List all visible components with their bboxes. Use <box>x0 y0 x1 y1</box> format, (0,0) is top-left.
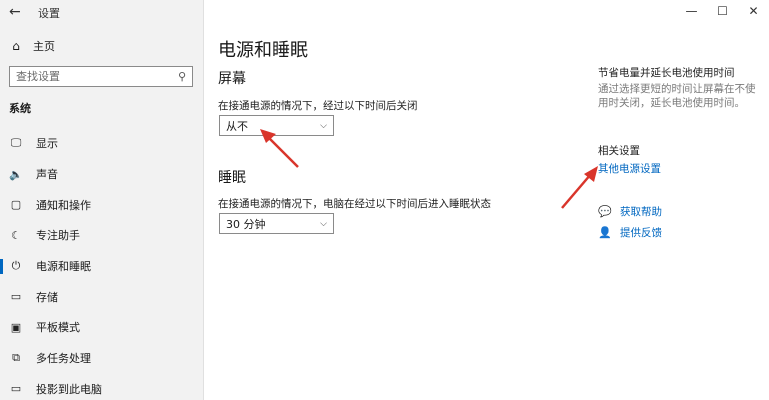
search-box[interactable]: ⚲ <box>9 66 193 87</box>
sidebar-item-label: 多任务处理 <box>36 352 91 366</box>
sleep-description: 在接通电源的情况下，电脑在经过以下时间后进入睡眠状态 <box>218 198 491 210</box>
monitor-icon: 🖵 <box>10 136 22 150</box>
related-settings-title: 相关设置 <box>598 145 640 157</box>
feedback-link[interactable]: 👤 提供反馈 <box>598 225 662 240</box>
tablet-icon: ▣ <box>10 320 22 334</box>
moon-icon: ☾ <box>11 228 21 242</box>
sidebar-item-sound[interactable]: 🔈 声音 <box>0 159 204 190</box>
search-input[interactable] <box>16 70 166 83</box>
sidebar-item-label: 声音 <box>36 168 58 182</box>
maximize-icon[interactable]: ☐ <box>707 2 738 20</box>
sidebar-item-label: 通知和操作 <box>36 198 91 212</box>
section-label: 系统 <box>9 102 31 115</box>
power-icon: ⏻ <box>11 259 21 273</box>
screen-description: 在接通电源的情况下，经过以下时间后关闭 <box>218 100 418 112</box>
screen-timeout-select[interactable]: 从不 ⌵ <box>219 115 334 136</box>
storage-icon: ▭ <box>10 290 22 304</box>
sleep-heading: 睡眠 <box>218 170 246 186</box>
minimize-icon[interactable]: — <box>676 2 707 20</box>
window-controls: — ☐ ✕ <box>676 2 769 20</box>
sidebar-item-project[interactable]: ▭ 投影到此电脑 <box>0 374 204 400</box>
close-icon[interactable]: ✕ <box>738 2 769 20</box>
main-content: — ☐ ✕ 电源和睡眠 屏幕 在接通电源的情况下，经过以下时间后关闭 从不 ⌵ … <box>204 0 769 400</box>
sidebar-item-display[interactable]: 🖵 显示 <box>0 128 204 159</box>
chevron-down-icon: ⌵ <box>320 218 327 229</box>
speaker-icon: 🔈 <box>9 167 23 181</box>
help-chat-icon: 💬 <box>598 205 612 218</box>
sidebar-item-label: 存储 <box>36 290 58 304</box>
other-power-settings-link[interactable]: 其他电源设置 <box>598 161 661 176</box>
sidebar-item-label: 投影到此电脑 <box>36 382 102 396</box>
sidebar-item-multitasking[interactable]: ⧉ 多任务处理 <box>0 343 204 374</box>
project-icon: ▭ <box>10 382 22 396</box>
feedback-icon: 👤 <box>598 226 612 239</box>
sidebar-home[interactable]: ⌂ 主页 <box>9 38 55 54</box>
tip-title: 节省电量并延长电池使用时间 <box>598 67 735 79</box>
get-help-link[interactable]: 💬 获取帮助 <box>598 204 662 219</box>
notification-icon: ▢ <box>10 198 22 212</box>
get-help-label: 获取帮助 <box>620 206 662 218</box>
app-title: 设置 <box>38 7 60 20</box>
sidebar-item-focus-assist[interactable]: ☾ 专注助手 <box>0 220 204 251</box>
sidebar-item-tablet-mode[interactable]: ▣ 平板模式 <box>0 312 204 343</box>
sleep-timeout-value: 30 分钟 <box>226 217 266 231</box>
screen-timeout-value: 从不 <box>226 119 248 133</box>
sidebar-item-label: 平板模式 <box>36 321 80 335</box>
tip-description: 通过选择更短的时间让屏幕在不使用时关闭，延长电池使用时间。 <box>598 83 756 109</box>
chevron-down-icon: ⌵ <box>320 120 327 131</box>
sidebar-nav: 🖵 显示 🔈 声音 ▢ 通知和操作 ☾ 专注助手 ⏻ 电源和睡眠 ▭ 存储 ▣ … <box>0 128 204 400</box>
sidebar-item-label: 显示 <box>36 137 58 151</box>
multitask-icon: ⧉ <box>12 351 20 365</box>
back-arrow-icon[interactable]: ← <box>9 4 21 20</box>
sidebar-item-notifications[interactable]: ▢ 通知和操作 <box>0 189 204 220</box>
sleep-timeout-select[interactable]: 30 分钟 ⌵ <box>219 213 334 234</box>
sidebar-item-power-sleep[interactable]: ⏻ 电源和睡眠 <box>0 251 204 282</box>
screen-heading: 屏幕 <box>218 71 246 87</box>
sidebar-item-storage[interactable]: ▭ 存储 <box>0 281 204 312</box>
home-label: 主页 <box>33 40 55 53</box>
home-icon: ⌂ <box>12 39 20 53</box>
search-icon[interactable]: ⚲ <box>178 70 186 83</box>
feedback-label: 提供反馈 <box>620 227 662 239</box>
sidebar-item-label: 专注助手 <box>36 229 80 243</box>
sidebar: ← 设置 ⌂ 主页 ⚲ 系统 🖵 显示 🔈 声音 ▢ 通知和操作 ☾ 专注助手 … <box>0 0 204 400</box>
sidebar-item-label: 电源和睡眠 <box>36 260 91 274</box>
page-title: 电源和睡眠 <box>218 40 308 61</box>
